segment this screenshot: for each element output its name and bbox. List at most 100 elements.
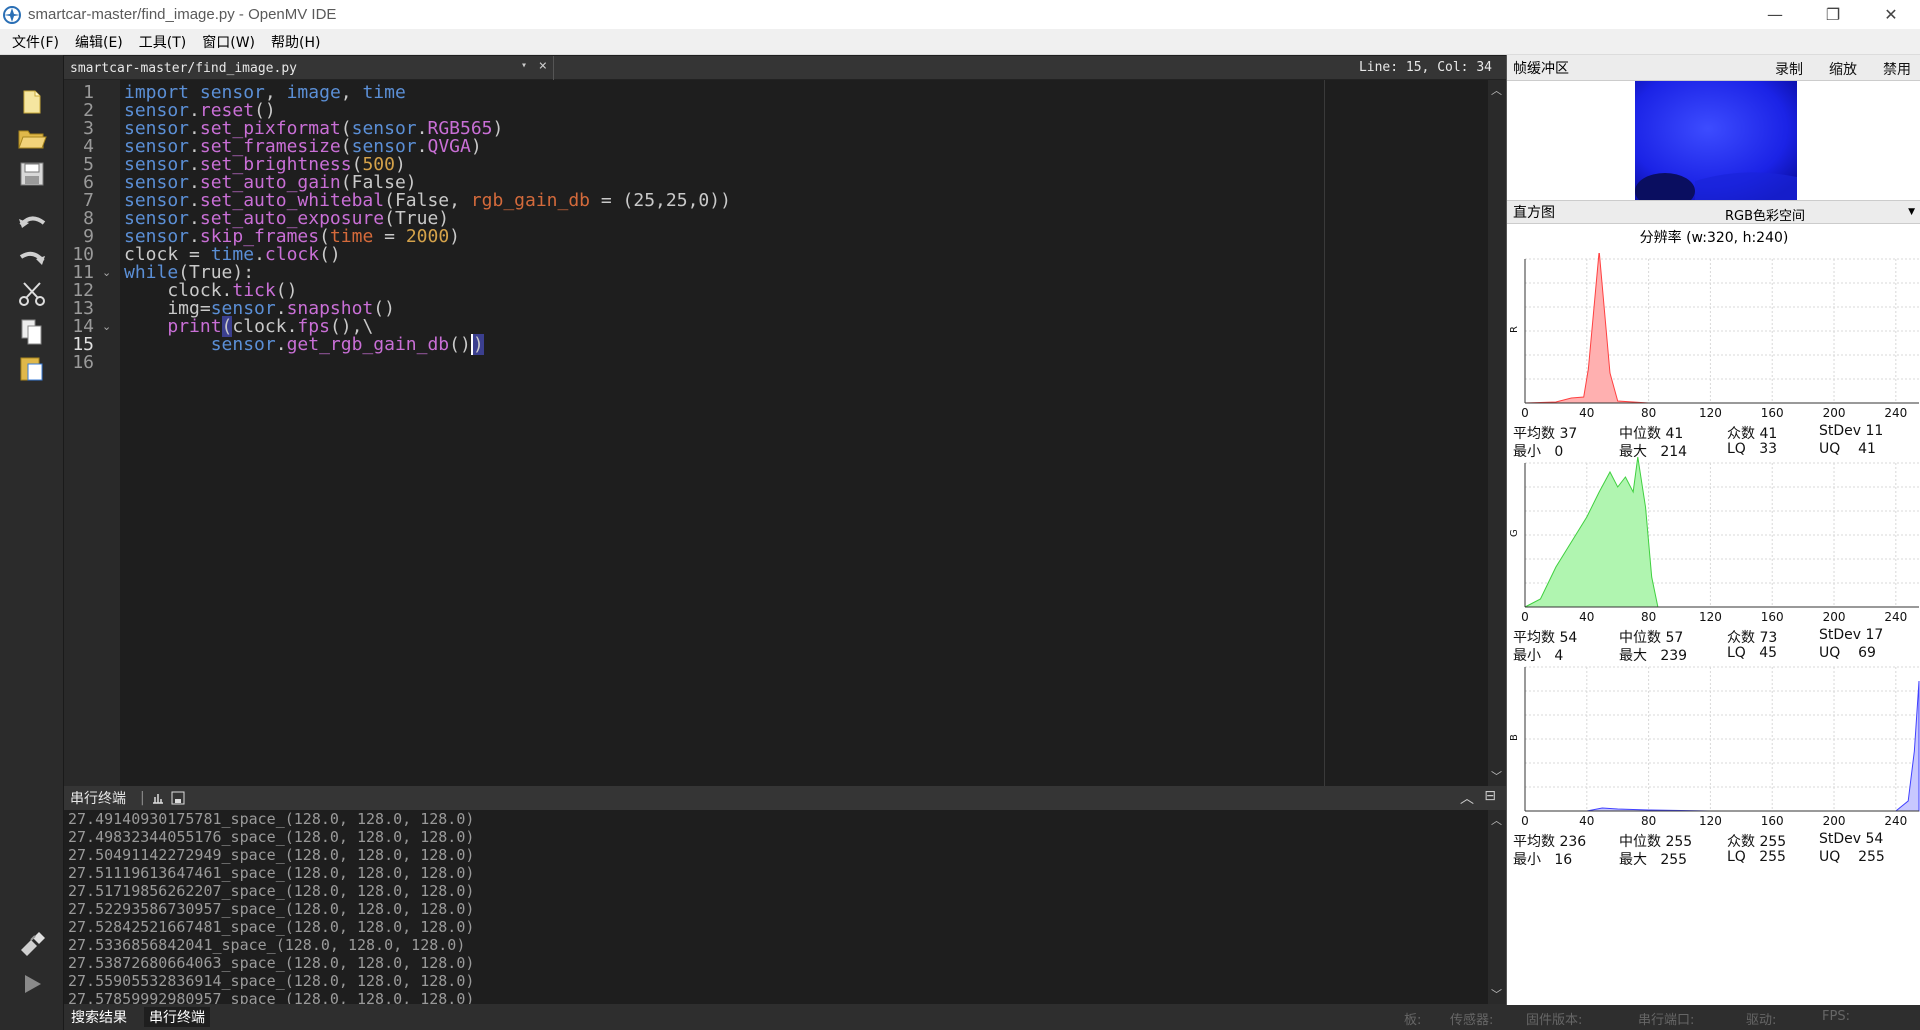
- terminal-title: 串行终端: [70, 791, 126, 807]
- left-toolbar: [0, 55, 64, 1030]
- save-button[interactable]: [14, 157, 50, 191]
- stat-label: 众数: [1727, 630, 1755, 646]
- close-terminal-icon[interactable]: ⊟: [1484, 788, 1496, 804]
- open-folder-icon: [18, 130, 47, 149]
- terminal-line: 27.53872680664063_space_(128.0, 128.0, 1…: [68, 954, 475, 972]
- framebuffer-view: [1507, 81, 1920, 200]
- stat-label: UQ: [1819, 441, 1841, 457]
- terminal-line: 27.5336856842041_space_(128.0, 128.0, 12…: [68, 936, 466, 954]
- terminal-line: 27.52293586730957_space_(128.0, 128.0, 1…: [68, 900, 475, 918]
- stat-label: UQ: [1819, 645, 1841, 661]
- tab-serial-terminal[interactable]: 串行终端: [144, 1007, 210, 1027]
- menu-bar: 文件(F) 编辑(E) 工具(T) 窗口(W) 帮助(H): [0, 29, 1920, 55]
- record-button[interactable]: 录制: [1775, 59, 1803, 79]
- scroll-down-icon[interactable]: ﹀: [1491, 768, 1502, 784]
- x-tick-label: 0: [1521, 406, 1529, 420]
- terminal-save-icon[interactable]: [171, 791, 185, 805]
- zoom-button[interactable]: 缩放: [1829, 59, 1857, 79]
- connect-button[interactable]: [14, 927, 50, 961]
- stat-value: 255: [1665, 834, 1693, 850]
- file-tab-label: smartcar-master/find_image.py: [70, 60, 297, 76]
- paste-icon: [20, 357, 43, 381]
- scroll-up-icon[interactable]: ︿: [1491, 812, 1502, 828]
- chevron-down-icon[interactable]: ▼: [1908, 207, 1915, 217]
- menu-help[interactable]: 帮助(H): [263, 32, 328, 52]
- terminal-scrollbar[interactable]: ︿ ﹀: [1488, 810, 1506, 1004]
- run-button[interactable]: [14, 967, 50, 1001]
- terminal-settings-icon[interactable]: [151, 791, 165, 805]
- code-line-current: sensor.get_rgb_gain_db()): [210, 334, 484, 355]
- menu-tools[interactable]: 工具(T): [131, 32, 194, 52]
- paste-button[interactable]: [14, 351, 50, 385]
- line-number-gutter: 1 2 3 4 5 6 7 8 9 10 11 12 13 14 15 16 ⌄…: [64, 80, 120, 786]
- copy-button[interactable]: [14, 315, 50, 349]
- editor-tab-bar: smartcar-master/find_image.py ▾ × Line: …: [64, 56, 1506, 80]
- histogram-area: [1524, 457, 1919, 608]
- x-tick-label: 40: [1579, 814, 1594, 828]
- maximize-terminal-icon[interactable]: ︿: [1460, 788, 1474, 808]
- line-number: 16: [72, 352, 94, 373]
- window-title: smartcar-master/find_image.py - OpenMV I…: [28, 6, 337, 23]
- terminal-output[interactable]: 27.49140930175781_space_(128.0, 128.0, 1…: [64, 810, 1488, 1004]
- serial-port-label: 串行端口:: [1638, 1013, 1695, 1028]
- stat-label: 平均数: [1513, 630, 1555, 646]
- cut-button[interactable]: [14, 277, 50, 311]
- tab-search-results[interactable]: 搜索结果: [66, 1007, 132, 1027]
- x-tick-label: 200: [1823, 610, 1846, 624]
- openmv-app-icon: [3, 5, 21, 24]
- x-tick-label: 80: [1641, 610, 1656, 624]
- x-tick-label: 0: [1521, 610, 1529, 624]
- x-tick-label: 240: [1884, 610, 1907, 624]
- disable-button[interactable]: 禁用: [1883, 59, 1911, 79]
- menu-window[interactable]: 窗口(W): [194, 32, 263, 52]
- terminal-line: 27.57859992980957_space_(128.0, 128.0, 1…: [68, 990, 475, 1004]
- new-file-icon: [23, 90, 41, 114]
- editor-scrollbar[interactable]: ︿ ﹀: [1488, 80, 1506, 786]
- stat-value: 41: [1759, 426, 1778, 442]
- stat-value: 45: [1759, 645, 1778, 661]
- scroll-up-icon[interactable]: ︿: [1491, 82, 1502, 98]
- stat-value: 41: [1665, 426, 1684, 442]
- x-tick-label: 40: [1579, 610, 1594, 624]
- stat-value: 255: [1660, 852, 1688, 868]
- histogram-b: B 0 40 80 120 160 200 240 平均数 236 中位数 255 众数 25…: [1507, 661, 1920, 868]
- file-tab[interactable]: smartcar-master/find_image.py ▾ ×: [64, 56, 554, 80]
- close-button[interactable]: ✕: [1862, 0, 1920, 29]
- chevron-down-icon[interactable]: ▾: [521, 60, 527, 71]
- histogram-b-plot: B 0 40 80 120 160 200 240: [1509, 666, 1920, 828]
- redo-button[interactable]: [14, 241, 50, 275]
- terminal-header: 串行终端 | ︿ ⊟: [64, 786, 1506, 810]
- minimize-button[interactable]: —: [1746, 0, 1804, 29]
- terminal-line: 27.49832344055176_space_(128.0, 128.0, 1…: [68, 828, 475, 846]
- stat-value: 11: [1865, 423, 1884, 439]
- menu-edit[interactable]: 编辑(E): [67, 32, 131, 52]
- close-tab-icon[interactable]: ×: [539, 58, 547, 74]
- stat-value: 255: [1759, 834, 1787, 850]
- redo-icon: [19, 251, 45, 265]
- stat-label: 中位数: [1619, 426, 1661, 442]
- stat-value: 33: [1759, 441, 1778, 457]
- restore-button[interactable]: ❐: [1804, 0, 1862, 29]
- sensor-label: 传感器:: [1450, 1013, 1494, 1028]
- connect-icon: [21, 932, 45, 956]
- histogram-r: R 0 40 80 120 160 200 240 平均数 37 中位数 41 众数 41 S…: [1507, 253, 1920, 460]
- save-icon: [20, 162, 44, 186]
- firmware-label[interactable]: 固件版本:: [1526, 1009, 1582, 1028]
- run-icon: [25, 975, 41, 993]
- x-tick-label: 240: [1884, 814, 1907, 828]
- terminal-line: 27.49140930175781_space_(128.0, 128.0, 1…: [68, 810, 475, 828]
- stat-value: 54: [1865, 831, 1884, 847]
- fold-marker-icon[interactable]: ⌄: [102, 266, 111, 279]
- menu-file[interactable]: 文件(F): [4, 32, 67, 52]
- open-file-button[interactable]: [14, 121, 50, 155]
- status-bar: 搜索结果 串行终端 板: 传感器: 固件版本: 串行端口: 驱动: FPS:: [64, 1004, 1920, 1030]
- code-editor[interactable]: import sensor, image, time sensor.reset(…: [120, 80, 1492, 786]
- terminal-line: 27.50491142272949_space_(128.0, 128.0, 1…: [68, 846, 475, 864]
- undo-button[interactable]: [14, 205, 50, 239]
- new-file-button[interactable]: [14, 85, 50, 119]
- colorspace-select[interactable]: RGB色彩空间: [1725, 205, 1805, 224]
- fps-label: FPS:: [1822, 1009, 1850, 1024]
- stat-label: LQ: [1727, 849, 1746, 865]
- fold-marker-icon[interactable]: ⌄: [102, 320, 111, 333]
- scroll-down-icon[interactable]: ﹀: [1491, 986, 1502, 1002]
